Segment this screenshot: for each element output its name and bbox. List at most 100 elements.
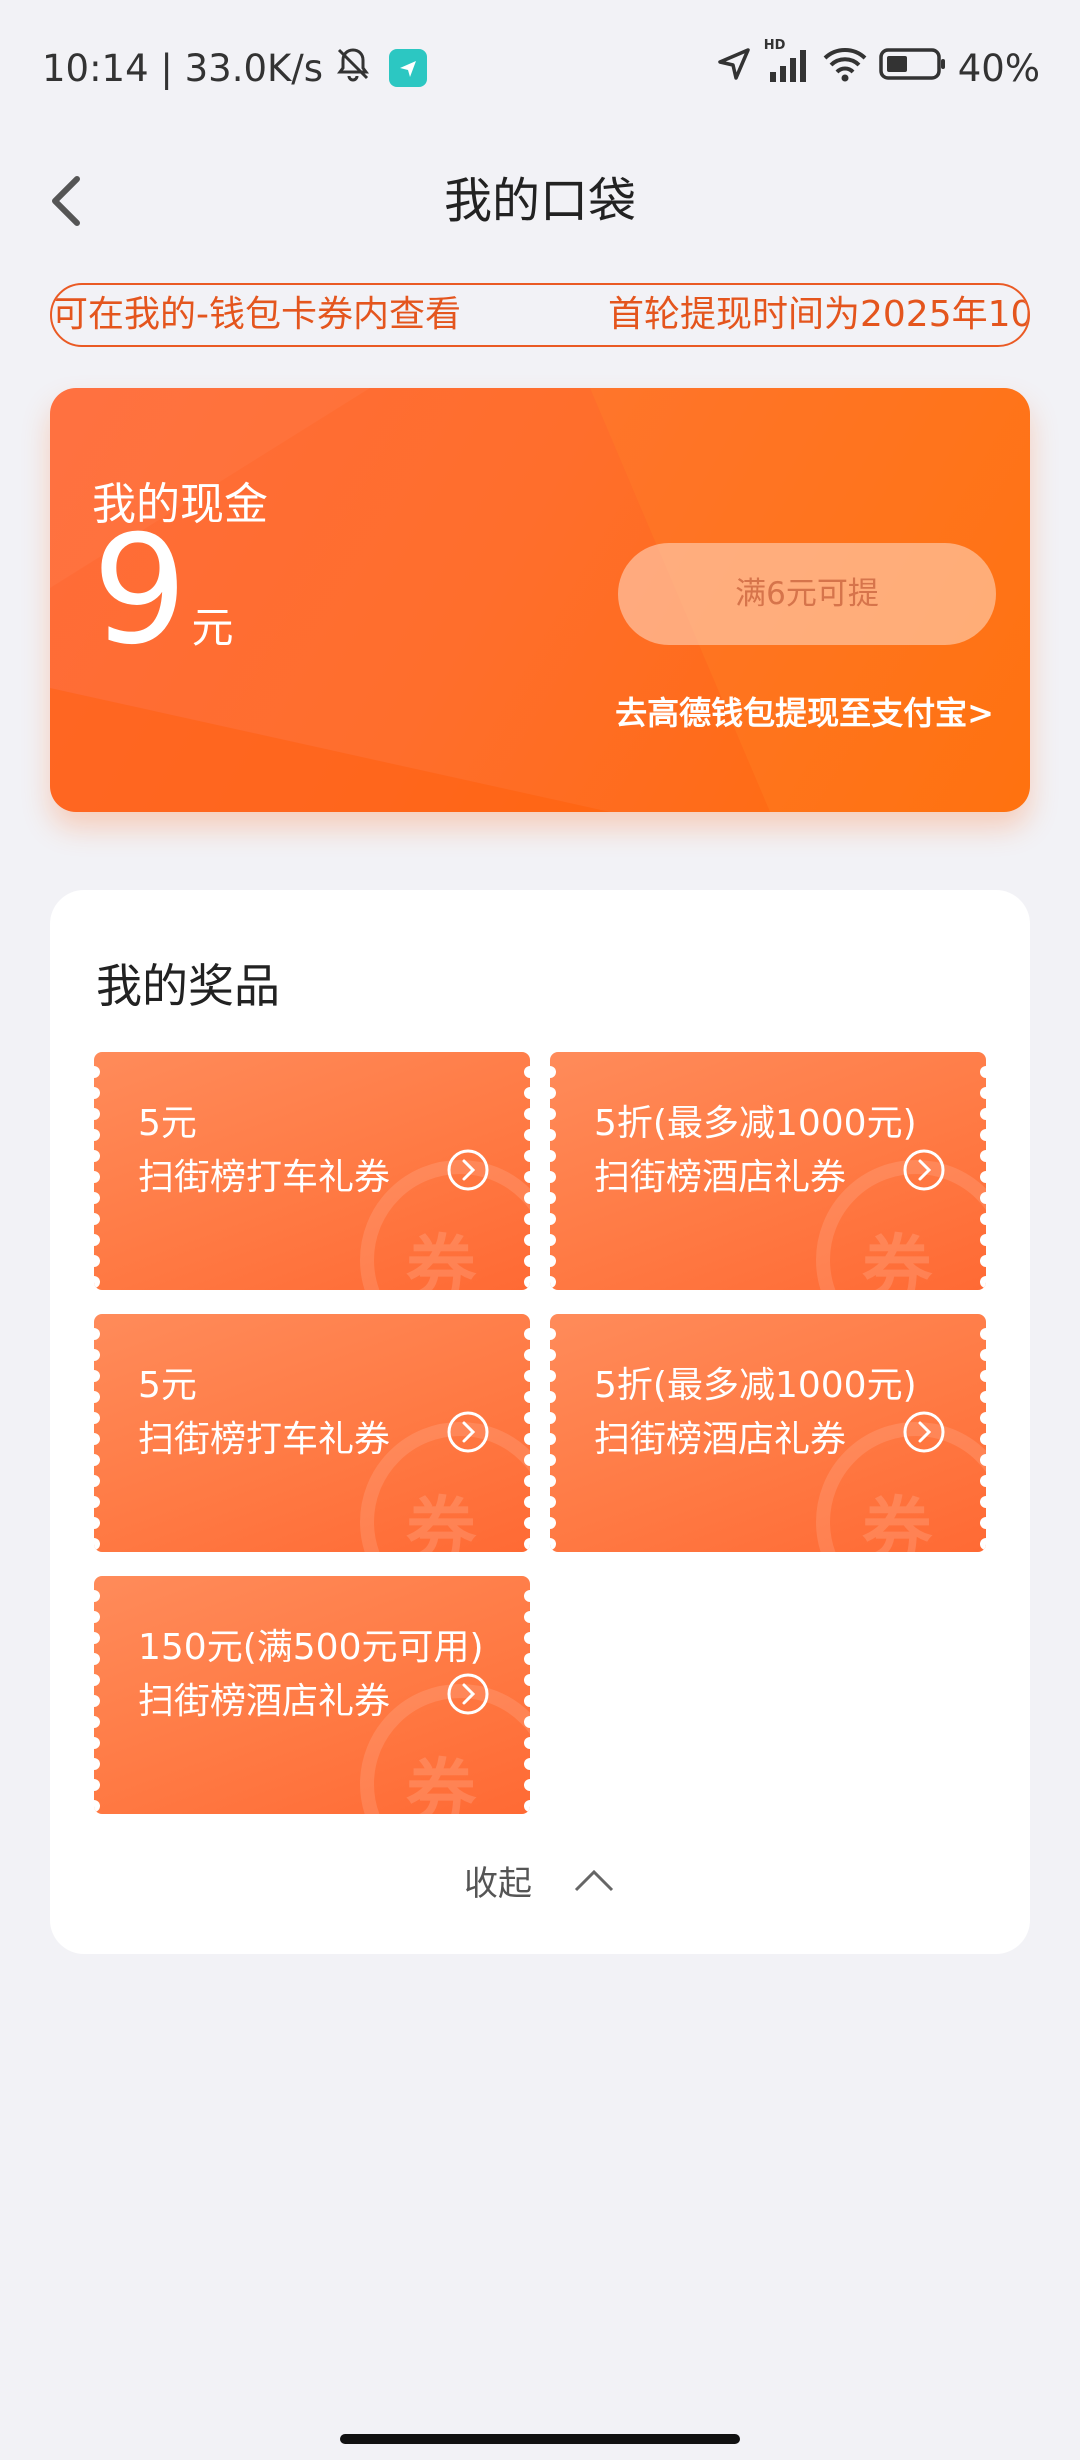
coupon-notch: [94, 1412, 100, 1424]
collapse-button[interactable]: 收起: [50, 1850, 1030, 1910]
coupon-notch: [980, 1108, 986, 1120]
coupon-name: 扫街榜酒店礼券: [594, 1157, 847, 1198]
chevron-right-circle-icon[interactable]: [902, 1148, 946, 1192]
status-right: HD 40%: [714, 38, 1040, 93]
alipay-withdraw-link[interactable]: 去高德钱包提现至支付宝>: [615, 688, 994, 734]
coupon-notch: [94, 1150, 100, 1162]
chevron-up-icon: [574, 1869, 614, 1892]
coupon-notch: [524, 1496, 530, 1508]
muted-bell-icon: [333, 44, 373, 93]
coupon-notch: [980, 1192, 986, 1204]
coupon-notch: [94, 1349, 100, 1361]
coupon-notch: [524, 1695, 530, 1707]
signal-icon: HD: [764, 38, 812, 93]
coupon-notch: [550, 1475, 556, 1487]
chevron-right-circle-icon[interactable]: [902, 1410, 946, 1454]
coupon-notch: [550, 1150, 556, 1162]
chevron-right-circle-icon[interactable]: [446, 1672, 490, 1716]
coupon-notch: [94, 1674, 100, 1686]
coupon-notch: [524, 1779, 530, 1791]
coupon-notch: [94, 1066, 100, 1078]
notice-text-2: 首轮提现时间为2025年10: [608, 294, 1030, 335]
coupon-notch: [550, 1454, 556, 1466]
coupon-notch: [524, 1391, 530, 1403]
coupon-notch: [524, 1632, 530, 1644]
coupon-notch: [94, 1737, 100, 1749]
coupon-notch: [550, 1517, 556, 1529]
coupon-notch: [524, 1129, 530, 1141]
coupon-notch: [94, 1328, 100, 1340]
coupon-notch: [524, 1108, 530, 1120]
coupon-notch: [94, 1391, 100, 1403]
wifi-icon: [822, 44, 868, 93]
coupon-notch: [94, 1517, 100, 1529]
coupon-notch: [980, 1454, 986, 1466]
battery-icon: [878, 46, 948, 91]
coupon-notch: [524, 1737, 530, 1749]
coupon-notch: [524, 1213, 530, 1225]
coupon-notch: [980, 1391, 986, 1403]
chevron-right-circle-icon[interactable]: [446, 1148, 490, 1192]
coupon-watermark-text: 券: [406, 1751, 476, 1814]
coupon-notch: [980, 1370, 986, 1382]
coupon-notch: [550, 1213, 556, 1225]
coupon-notch: [94, 1800, 100, 1812]
coupon-notch: [550, 1496, 556, 1508]
coupon-notch: [94, 1171, 100, 1183]
coupon-notch: [94, 1590, 100, 1602]
coupon-notch: [550, 1255, 556, 1267]
coupon-watermark-text: 券: [406, 1489, 476, 1552]
coupon-notch: [94, 1716, 100, 1728]
coupon-notch: [524, 1370, 530, 1382]
coupon-notch: [94, 1433, 100, 1445]
coupon-notch: [550, 1370, 556, 1382]
coupon-watermark-text: 券: [862, 1227, 932, 1290]
coupon-name: 扫街榜打车礼券: [138, 1157, 391, 1198]
coupon-notch: [524, 1192, 530, 1204]
coupon-notch: [980, 1276, 986, 1288]
coupon-notch: [980, 1129, 986, 1141]
coupon-notch: [524, 1538, 530, 1550]
coupon-notch: [94, 1108, 100, 1120]
coupon-card[interactable]: 券 5元 扫街榜打车礼券: [94, 1052, 530, 1290]
chevron-right-circle-icon[interactable]: [446, 1410, 490, 1454]
coupon-notch: [94, 1087, 100, 1099]
coupon-name: 扫街榜酒店礼券: [138, 1681, 391, 1722]
withdraw-button[interactable]: 满6元可提: [618, 543, 996, 645]
page: 10:14 | 33.0K/s HD 40% 我的口袋 可在我的-钱包卡券内查看…: [0, 0, 1080, 2460]
coupon-notch: [980, 1171, 986, 1183]
coupon-card[interactable]: 券 150元(满500元可用) 扫街榜酒店礼券: [94, 1576, 530, 1814]
coupon-card[interactable]: 券 5折(最多减1000元) 扫街榜酒店礼券: [550, 1052, 986, 1290]
location-icon: [714, 44, 754, 93]
coupon-notch: [550, 1066, 556, 1078]
coupon-notch: [94, 1653, 100, 1665]
coupon-notch: [550, 1234, 556, 1246]
coupon-notch: [980, 1538, 986, 1550]
status-time-speed: 10:14 | 33.0K/s: [42, 46, 324, 90]
coupon-notch: [524, 1674, 530, 1686]
coupon-notch: [94, 1370, 100, 1382]
cash-amount: 9 元: [92, 516, 233, 666]
coupon-notch: [94, 1611, 100, 1623]
coupon-notch: [94, 1129, 100, 1141]
home-indicator[interactable]: [340, 2434, 740, 2444]
coupon-notch: [524, 1716, 530, 1728]
prizes-card: 我的奖品 券 5元 扫街榜打车礼券 券 5折(最多减1000元) 扫街榜酒店礼券…: [50, 890, 1030, 1954]
coupon-notch: [524, 1412, 530, 1424]
coupon-notch: [980, 1150, 986, 1162]
coupon-notch: [550, 1192, 556, 1204]
coupon-notch: [524, 1475, 530, 1487]
coupon-notch: [524, 1171, 530, 1183]
app-notification-icon: [389, 49, 428, 87]
header: 我的口袋: [0, 136, 1080, 266]
coupon-notch: [94, 1496, 100, 1508]
coupon-notch: [524, 1328, 530, 1340]
hd-label: HD: [763, 37, 786, 53]
coupon-notch: [524, 1066, 530, 1078]
coupon-notch: [550, 1108, 556, 1120]
coupon-notch: [94, 1779, 100, 1791]
coupon-notch: [980, 1066, 986, 1078]
coupon-notch: [94, 1454, 100, 1466]
coupon-card[interactable]: 券 5折(最多减1000元) 扫街榜酒店礼券: [550, 1314, 986, 1552]
coupon-card[interactable]: 券 5元 扫街榜打车礼券: [94, 1314, 530, 1552]
